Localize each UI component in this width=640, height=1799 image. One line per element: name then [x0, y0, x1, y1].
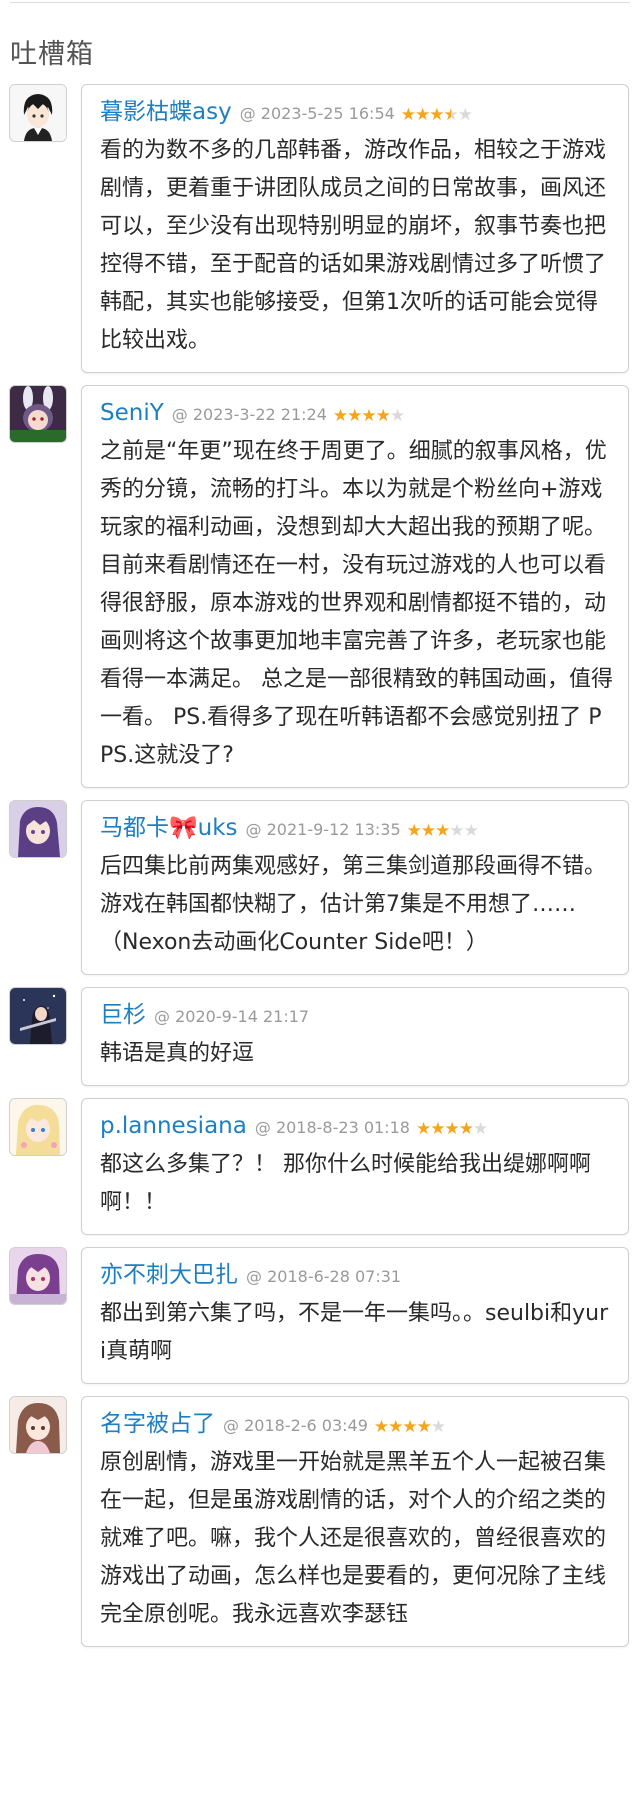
comment-author-link[interactable]: 暮影枯蝶asy — [100, 96, 232, 128]
comment-date: @ 2020-9-14 21:17 — [154, 1007, 310, 1026]
comment-date: @ 2023-3-22 21:24 — [171, 405, 327, 424]
comment-author-link[interactable]: 巨杉 — [100, 999, 146, 1031]
comment-author-link[interactable]: SeniY — [100, 397, 164, 429]
comment-date: @ 2018-2-6 03:49 — [223, 1416, 368, 1435]
comment-author-link[interactable]: p.lannesiana — [100, 1110, 247, 1142]
comment-item: 亦不刺大巴扎 @ 2018-6-28 07:31 都出到第六集了吗，不是一年一集… — [0, 1247, 640, 1384]
comment-date: @ 2023-5-25 16:54 — [239, 104, 395, 123]
comment-bubble: SeniY @ 2023-3-22 21:24 ★★★★★ 之前是“年更”现在终… — [81, 385, 629, 788]
comment-author-link[interactable]: 名字被占了 — [100, 1408, 215, 1440]
avatar[interactable] — [9, 987, 67, 1045]
comment-date: @ 2018-6-28 07:31 — [246, 1267, 402, 1286]
section-title: 吐槽箱 — [10, 39, 94, 70]
comment-item: 暮影枯蝶asy @ 2023-5-25 16:54 ★★★★★ 看的为数不多的几… — [0, 84, 640, 373]
comment-bubble: 巨杉 @ 2020-9-14 21:17 韩语是真的好逗 — [81, 987, 629, 1086]
comment-bubble: 名字被占了 @ 2018-2-6 03:49 ★★★★★ 原创剧情，游戏里一开始… — [81, 1396, 629, 1647]
comment-text: 都出到第六集了吗，不是一年一集吗。。seulbi和yuri真萌啊 — [100, 1301, 609, 1364]
comment-date: @ 2021-9-12 13:35 — [245, 820, 401, 839]
comment-bubble: 马都卡🎀uks @ 2021-9-12 13:35 ★★★★★ 后四集比前两集观… — [81, 800, 629, 975]
rating-stars: ★★★★★ — [415, 1119, 488, 1139]
rating-stars: ★★★★★ — [373, 1417, 446, 1437]
comment-item: 名字被占了 @ 2018-2-6 03:49 ★★★★★ 原创剧情，游戏里一开始… — [0, 1396, 640, 1647]
comment-text: 韩语是真的好逗 — [100, 1041, 255, 1066]
avatar[interactable] — [9, 1396, 67, 1454]
comment-text: 看的为数不多的几部韩番，游改作品，相较之于游戏剧情，更着重于讲团队成员之间的日常… — [100, 138, 607, 353]
avatar[interactable] — [9, 385, 67, 443]
comment-text: 之前是“年更”现在终于周更了。细腻的叙事风格，优秀的分镜，流畅的打斗。本以为就是… — [100, 439, 613, 768]
avatar[interactable] — [9, 800, 67, 858]
comment-bubble: p.lannesiana @ 2018-8-23 01:18 ★★★★★ 都这么… — [81, 1098, 629, 1235]
rating-stars: ★★★★★ — [400, 105, 473, 125]
comment-item: p.lannesiana @ 2018-8-23 01:18 ★★★★★ 都这么… — [0, 1098, 640, 1235]
comment-text: 原创剧情，游戏里一开始就是黑羊五个人一起被召集在一起，但是虽游戏剧情的话，对个人… — [100, 1450, 607, 1627]
comment-date: @ 2018-8-23 01:18 — [254, 1118, 410, 1137]
comment-text: 都这么多集了？！ 那你什么时候能给我出缇娜啊啊啊！！ — [100, 1152, 591, 1215]
rating-stars: ★★★★★ — [332, 406, 405, 426]
comment-item: SeniY @ 2023-3-22 21:24 ★★★★★ 之前是“年更”现在终… — [0, 385, 640, 788]
comment-author-link[interactable]: 马都卡🎀uks — [100, 812, 238, 844]
rating-stars: ★★★★★ — [406, 821, 479, 841]
comment-bubble: 暮影枯蝶asy @ 2023-5-25 16:54 ★★★★★ 看的为数不多的几… — [81, 84, 629, 373]
comment-list: 暮影枯蝶asy @ 2023-5-25 16:54 ★★★★★ 看的为数不多的几… — [0, 84, 640, 1659]
comment-item: 马都卡🎀uks @ 2021-9-12 13:35 ★★★★★ 后四集比前两集观… — [0, 800, 640, 975]
comment-text: 后四集比前两集观感好，第三集剑道那段画得不错。游戏在韩国都快糊了，估计第7集是不… — [100, 854, 607, 955]
comment-author-link[interactable]: 亦不刺大巴扎 — [100, 1259, 238, 1291]
avatar[interactable] — [9, 84, 67, 142]
avatar[interactable] — [9, 1098, 67, 1156]
top-divider — [10, 2, 630, 3]
comment-item: 巨杉 @ 2020-9-14 21:17 韩语是真的好逗 — [0, 987, 640, 1086]
comment-bubble: 亦不刺大巴扎 @ 2018-6-28 07:31 都出到第六集了吗，不是一年一集… — [81, 1247, 629, 1384]
avatar[interactable] — [9, 1247, 67, 1305]
